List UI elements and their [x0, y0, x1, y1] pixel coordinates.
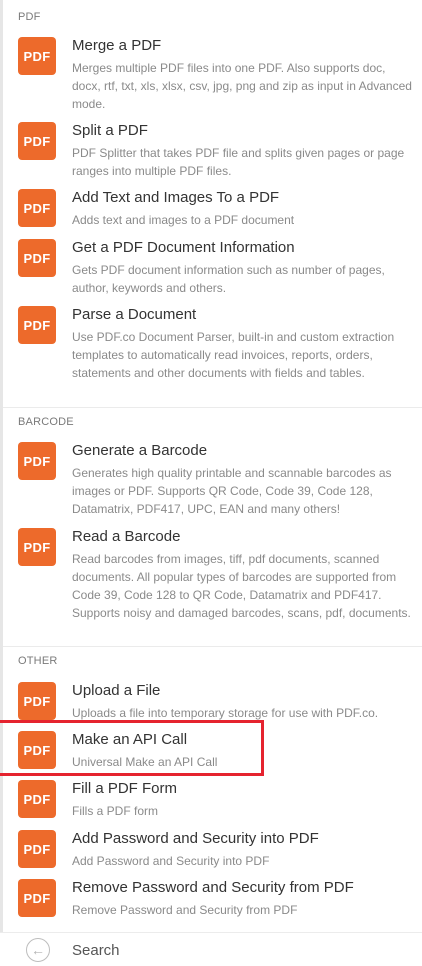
module-title: Fill a PDF Form	[72, 780, 177, 797]
module-description: Uploads a file into temporary storage fo…	[72, 706, 379, 720]
pdf-co-logo-icon: PDF	[18, 37, 56, 75]
pdf-co-logo-icon: PDF	[18, 528, 56, 566]
pdf-co-logo-icon: PDF	[18, 682, 56, 720]
section-header-barcode: BARCODE	[18, 416, 74, 428]
module-description: PDF Splitter that takes PDF file and spl…	[72, 146, 405, 178]
pdf-co-logo-icon: PDF	[18, 306, 56, 344]
module-title: Split a PDF	[72, 122, 148, 139]
pdf-co-logo-icon: PDF	[18, 239, 56, 277]
module-description: Merges multiple PDF files into one PDF. …	[72, 61, 412, 111]
section-header-pdf: PDF	[18, 11, 41, 23]
pdf-co-logo-icon: PDF	[18, 189, 56, 227]
module-title: Parse a Document	[72, 306, 197, 323]
module-description: Use PDF.co Document Parser, built-in and…	[72, 330, 395, 380]
section-divider	[3, 646, 422, 647]
module-description: Remove Password and Security from PDF	[72, 903, 298, 917]
module-description: Adds text and images to a PDF document	[72, 213, 295, 227]
module-title: Get a PDF Document Information	[72, 239, 295, 256]
module-title: Generate a Barcode	[72, 442, 208, 459]
section-divider	[3, 407, 422, 408]
module-title: Add Text and Images To a PDF	[72, 189, 280, 206]
module-description: Gets PDF document information such as nu…	[72, 263, 385, 295]
pdf-co-logo-icon: PDF	[18, 780, 56, 818]
module-list[interactable]: PDF PDF Merge a PDF Merges multiple PDF …	[3, 0, 422, 932]
module-title: Add Password and Security into PDF	[72, 830, 319, 847]
module-description: Add Password and Security into PDF	[72, 854, 270, 868]
pdf-co-logo-icon: PDF	[18, 830, 56, 868]
module-title: Read a Barcode	[72, 528, 181, 545]
module-title: Upload a File	[72, 682, 161, 699]
pdf-co-logo-icon: PDF	[18, 731, 56, 769]
pdf-co-logo-icon: PDF	[18, 442, 56, 480]
module-title: Make an API Call	[72, 731, 188, 748]
module-title: Merge a PDF	[72, 37, 162, 54]
module-description: Universal Make an API Call	[72, 755, 218, 769]
module-description: Generates high quality printable and sca…	[72, 466, 392, 516]
search-input[interactable]	[72, 938, 402, 962]
back-arrow-circle-icon[interactable]: ←	[26, 938, 50, 962]
module-description: Read barcodes from images, tiff, pdf doc…	[72, 552, 411, 620]
pdf-co-logo-icon: PDF	[18, 879, 56, 917]
module-title: Remove Password and Security from PDF	[72, 879, 354, 896]
pdf-co-logo-icon: PDF	[18, 122, 56, 160]
section-header-other: OTHER	[18, 655, 58, 667]
search-bar: ←	[0, 932, 422, 966]
module-description: Fills a PDF form	[72, 804, 159, 818]
